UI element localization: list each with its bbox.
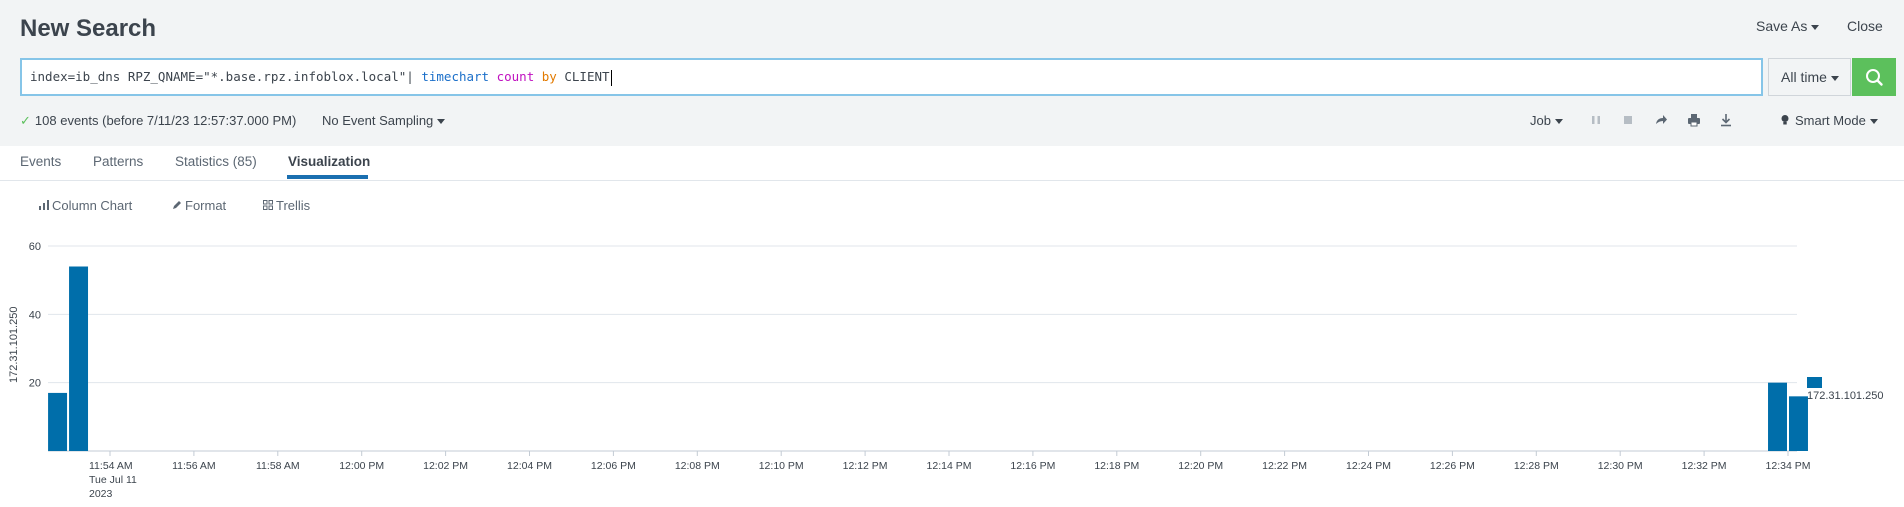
y-axis-title: 172.31.101.250 — [8, 306, 20, 383]
x-tick-label: 11:58 AM — [256, 460, 300, 472]
pencil-icon — [173, 201, 181, 209]
tab-events[interactable]: Events — [20, 154, 61, 169]
print-icon[interactable] — [1685, 111, 1703, 129]
format-label: Format — [185, 198, 227, 213]
query-token-plain: index=ib_dns RPZ_QNAME="*.base.rpz.infob… — [30, 69, 422, 84]
y-tick-label: 40 — [29, 309, 41, 321]
y-tick-label: 60 — [29, 241, 41, 253]
x-tick-label: 12:14 PM — [927, 460, 972, 472]
query-token-keyword: by — [541, 69, 557, 84]
column-bar — [69, 266, 89, 451]
search-mode-menu[interactable]: Smart Mode — [1780, 113, 1878, 128]
job-label: Job — [1530, 113, 1551, 128]
x-tick-label: 12:06 PM — [591, 460, 636, 472]
x-tick-label: 12:24 PM — [1346, 460, 1391, 472]
x-tick-label: 12:32 PM — [1682, 460, 1727, 472]
chevron-down-icon — [437, 119, 446, 125]
share-icon[interactable] — [1652, 111, 1670, 129]
y-tick-label: 20 — [29, 378, 41, 390]
x-tick-label: 12:26 PM — [1430, 460, 1475, 472]
query-token-plain: CLIENT — [556, 69, 610, 84]
x-tick-label: 12:20 PM — [1178, 460, 1223, 472]
x-tick-label: 11:56 AM — [172, 460, 216, 472]
save-as-button[interactable]: Save As — [1756, 18, 1820, 34]
x-tick-label: 12:22 PM — [1262, 460, 1307, 472]
x-tick-label: 12:08 PM — [675, 460, 720, 472]
trellis-button[interactable]: Trellis — [263, 198, 310, 213]
active-tab-indicator — [287, 175, 368, 179]
column-bar — [1768, 382, 1787, 451]
tab-patterns[interactable]: Patterns — [93, 154, 143, 169]
job-menu[interactable]: Job — [1530, 113, 1563, 128]
x-tick-label: 12:10 PM — [759, 460, 804, 472]
x-tick-label: 11:54 AM — [89, 460, 133, 472]
close-button[interactable]: Close — [1847, 18, 1883, 34]
search-icon — [1866, 69, 1883, 86]
chevron-down-icon — [1554, 119, 1563, 125]
chart-legend[interactable]: 172.31.101.250 — [1807, 377, 1904, 402]
search-query: index=ib_dns RPZ_QNAME="*.base.rpz.infob… — [30, 69, 610, 84]
export-icon[interactable] — [1717, 111, 1735, 129]
x-tick-sublabel: Tue Jul 11 — [89, 474, 137, 486]
time-range-picker[interactable]: All time — [1768, 58, 1851, 96]
chart-type-button[interactable]: Column Chart — [39, 198, 132, 213]
query-token-plain — [534, 69, 542, 84]
legend-label: 172.31.101.250 — [1807, 390, 1884, 402]
pause-icon[interactable] — [1587, 111, 1605, 129]
results-tabs: Events Patterns Statistics (85) Visualiz… — [0, 146, 1904, 181]
save-as-label: Save As — [1756, 18, 1808, 34]
tab-statistics[interactable]: Statistics (85) — [175, 154, 257, 169]
column-chart: 20 40 60 11:54 AM Tue Jul 11 2023 11:56 AM 11:5… — [29, 241, 1811, 500]
bar-chart-icon — [39, 200, 49, 210]
x-tick-label: 12:34 PM — [1766, 460, 1811, 472]
chevron-down-icon — [1869, 119, 1878, 125]
search-mode-label: Smart Mode — [1795, 113, 1866, 128]
event-sampling-label: No Event Sampling — [322, 113, 434, 128]
x-tick-label: 12:28 PM — [1514, 460, 1559, 472]
query-token-function: count — [496, 69, 535, 84]
trellis-label: Trellis — [276, 198, 311, 213]
time-range-label: All time — [1781, 69, 1827, 85]
query-token-command: timechart — [421, 69, 490, 84]
legend-swatch — [1807, 377, 1822, 388]
x-tick-sublabel: 2023 — [89, 488, 113, 500]
x-tick-label: 12:02 PM — [423, 460, 468, 472]
column-bar — [48, 392, 68, 451]
x-tick-label: 12:30 PM — [1598, 460, 1643, 472]
column-bar — [1789, 396, 1808, 451]
x-tick-label: 12:04 PM — [507, 460, 552, 472]
trellis-icon — [263, 200, 273, 210]
format-button[interactable]: Format — [172, 198, 226, 213]
lightbulb-icon — [1781, 115, 1789, 125]
x-tick-label: 12:00 PM — [339, 460, 384, 472]
check-icon: ✓ — [20, 113, 31, 128]
x-tick-label: 12:18 PM — [1094, 460, 1139, 472]
page-title: New Search — [20, 15, 157, 42]
chevron-down-icon — [1811, 24, 1820, 30]
text-cursor — [610, 69, 612, 86]
event-count-status: ✓ 108 events (before 7/11/23 12:57:37.000… — [20, 113, 296, 129]
chart-type-label: Column Chart — [52, 198, 133, 213]
event-sampling-dropdown[interactable]: No Event Sampling — [322, 113, 446, 128]
tab-visualization[interactable]: Visualization — [288, 154, 370, 169]
chevron-down-icon — [1830, 75, 1839, 81]
query-token-plain — [489, 69, 497, 84]
x-tick-label: 12:16 PM — [1010, 460, 1055, 472]
stop-icon[interactable] — [1619, 111, 1637, 129]
x-tick-label: 12:12 PM — [843, 460, 888, 472]
search-input[interactable]: index=ib_dns RPZ_QNAME="*.base.rpz.infob… — [20, 58, 1763, 96]
search-button[interactable] — [1852, 58, 1896, 96]
event-count-text: 108 events (before 7/11/23 12:57:37.000 … — [34, 113, 297, 128]
